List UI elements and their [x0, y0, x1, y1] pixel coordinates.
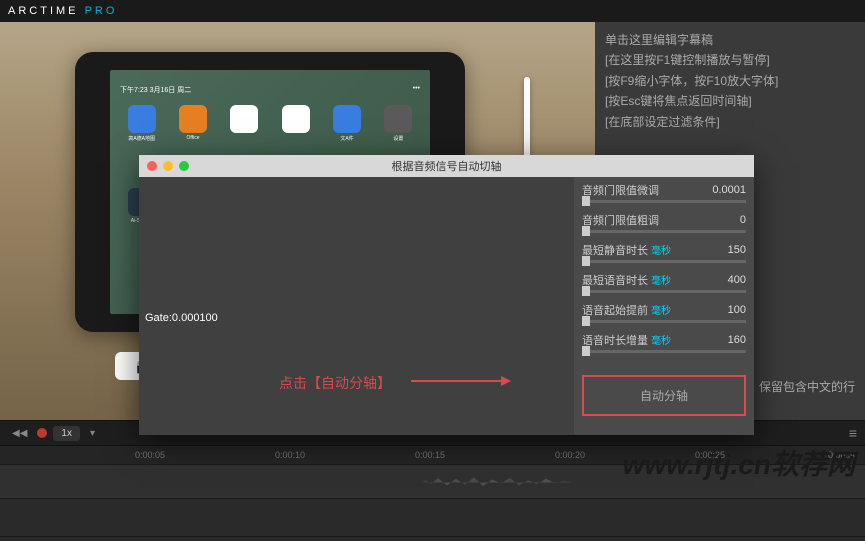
- filter-retain-label: 保留包含中文的行: [759, 378, 855, 395]
- param-gate-fine: 音频门限值微调0.0001: [574, 177, 754, 200]
- playback-speed[interactable]: 1x: [53, 426, 80, 441]
- watermark-text: www.rjtj.cn软荐网: [623, 443, 855, 483]
- minimize-icon[interactable]: [163, 161, 173, 171]
- info-line: 单击这里编辑字幕稿: [605, 30, 855, 50]
- auto-split-dialog: 根据音频信号自动切轴 Gate:0.000100 点击【自动分轴】 音频门限值微…: [139, 155, 754, 435]
- dialog-title: 根据音频信号自动切轴: [392, 158, 502, 174]
- window-controls: [147, 161, 189, 171]
- timeline-menu-icon[interactable]: ≡: [849, 425, 857, 441]
- app-titlebar: ARCTIME PRO: [0, 0, 865, 22]
- slider-voice-lead[interactable]: [582, 320, 746, 323]
- slider-gate-coarse[interactable]: [582, 230, 746, 233]
- ipad-statusbar: 下午7:23 3月16日 周二•••: [120, 85, 420, 95]
- dialog-titlebar[interactable]: 根据音频信号自动切轴: [139, 155, 754, 177]
- maximize-icon[interactable]: [179, 161, 189, 171]
- instruction-text: 点击【自动分轴】: [279, 373, 391, 393]
- info-line: [按Esc键将焦点返回时间轴]: [605, 91, 855, 111]
- prev-mark-button[interactable]: ◀◀: [8, 426, 31, 441]
- gate-value-label: Gate:0.000100: [145, 312, 218, 324]
- speed-dropdown-icon[interactable]: ▾: [86, 426, 99, 441]
- info-line: [按F9缩小字体，按F10放大字体]: [605, 71, 855, 91]
- param-voice-lead: 语音起始提前 毫秒100: [574, 297, 754, 320]
- slider-voice-extend[interactable]: [582, 350, 746, 353]
- dialog-body: Gate:0.000100 点击【自动分轴】 音频门限值微调0.0001 音频门…: [139, 177, 754, 435]
- instruction-annotation: 点击【自动分轴】: [279, 372, 511, 393]
- param-min-silence: 最短静音时长 毫秒150: [574, 237, 754, 260]
- slider-min-voice[interactable]: [582, 290, 746, 293]
- dialog-params-panel: 音频门限值微调0.0001 音频门限值粗调0 最短静音时长 毫秒150 最短语音…: [574, 177, 754, 435]
- app-logo: ARCTIME PRO: [8, 5, 117, 17]
- record-button[interactable]: [37, 428, 47, 438]
- subtitle-track[interactable]: [0, 499, 865, 537]
- arrow-icon: [411, 372, 511, 393]
- param-min-voice: 最短语音时长 毫秒400: [574, 267, 754, 290]
- param-gate-coarse: 音频门限值粗调0: [574, 207, 754, 230]
- close-icon[interactable]: [147, 161, 157, 171]
- auto-split-button[interactable]: 自动分轴: [582, 375, 746, 416]
- info-line: [在这里按F1键控制播放与暂停]: [605, 50, 855, 70]
- info-line: [在底部设定过滤条件]: [605, 112, 855, 132]
- param-voice-extend: 语音时长增量 毫秒160: [574, 327, 754, 350]
- slider-gate-fine[interactable]: [582, 200, 746, 203]
- slider-min-silence[interactable]: [582, 260, 746, 263]
- dialog-preview-area: Gate:0.000100 点击【自动分轴】: [139, 177, 574, 435]
- waveform-visual: [420, 475, 600, 490]
